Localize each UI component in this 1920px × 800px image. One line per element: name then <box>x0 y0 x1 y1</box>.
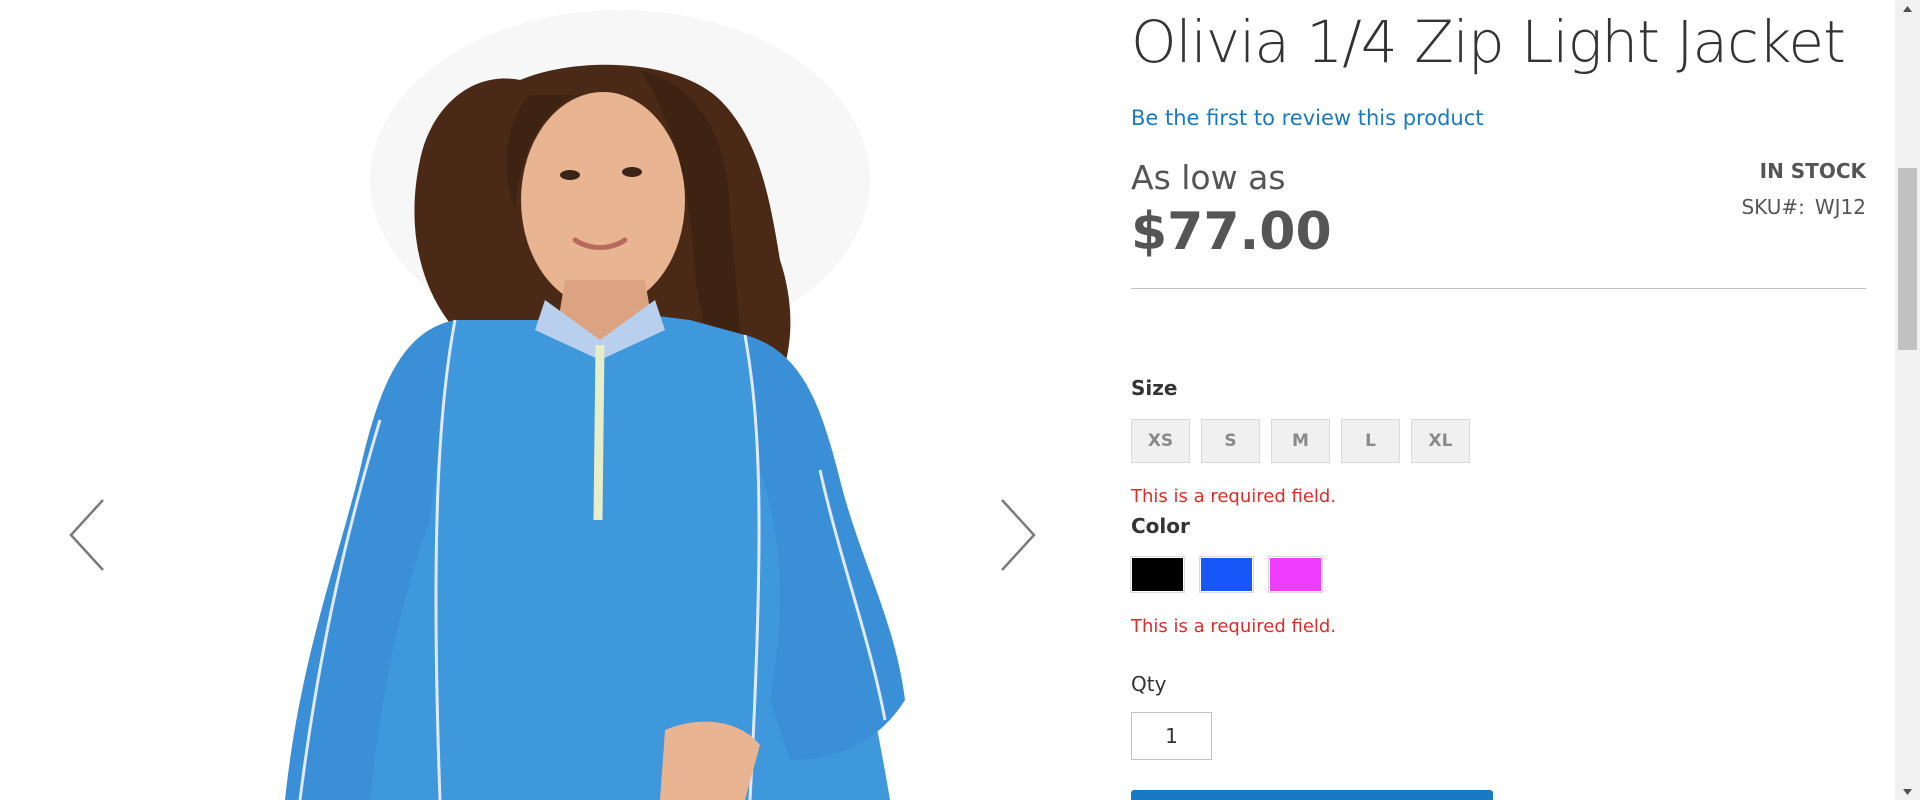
scroll-down-arrow-icon[interactable] <box>1895 783 1920 800</box>
size-error-message: This is a required field. <box>1131 486 1337 507</box>
product-price: $77.00 <box>1131 202 1332 262</box>
qty-input[interactable] <box>1131 712 1212 760</box>
size-label: Size <box>1131 376 1178 400</box>
sku-value: WJ12 <box>1814 195 1866 219</box>
stock-status: IN STOCK <box>1759 159 1866 183</box>
price-prefix: As low as <box>1131 158 1286 197</box>
color-swatches <box>1130 556 1323 593</box>
size-swatch-m[interactable]: M <box>1271 419 1330 463</box>
chevron-left-icon[interactable] <box>65 495 115 575</box>
page-scrollbar[interactable] <box>1895 0 1920 800</box>
color-label: Color <box>1131 514 1190 538</box>
review-link[interactable]: Be the first to review this product <box>1131 106 1484 130</box>
qty-label: Qty <box>1131 672 1167 696</box>
scroll-up-arrow-icon[interactable] <box>1895 0 1920 17</box>
product-image <box>285 10 905 800</box>
size-swatch-xs[interactable]: XS <box>1131 419 1190 463</box>
size-swatches: XS S M L XL <box>1131 419 1470 463</box>
color-swatch-blue[interactable] <box>1199 556 1254 593</box>
chevron-right-icon[interactable] <box>990 495 1040 575</box>
sku-line: SKU#: WJ12 <box>1741 195 1866 219</box>
size-swatch-l[interactable]: L <box>1341 419 1400 463</box>
sku-label: SKU#: <box>1741 195 1805 219</box>
product-info: Olivia 1/4 Zip Light Jacket Be the first… <box>1130 0 1866 800</box>
divider <box>1131 288 1866 289</box>
product-page: Olivia 1/4 Zip Light Jacket Be the first… <box>0 0 1920 800</box>
size-swatch-xl[interactable]: XL <box>1411 419 1470 463</box>
product-gallery <box>0 0 1080 800</box>
product-title: Olivia 1/4 Zip Light Jacket <box>1131 8 1846 76</box>
size-swatch-s[interactable]: S <box>1201 419 1260 463</box>
color-error-message: This is a required field. <box>1131 616 1337 637</box>
color-swatch-black[interactable] <box>1130 556 1185 593</box>
color-swatch-purple[interactable] <box>1268 556 1323 593</box>
scrollbar-thumb[interactable] <box>1898 168 1917 350</box>
add-to-cart-button[interactable] <box>1131 790 1493 800</box>
